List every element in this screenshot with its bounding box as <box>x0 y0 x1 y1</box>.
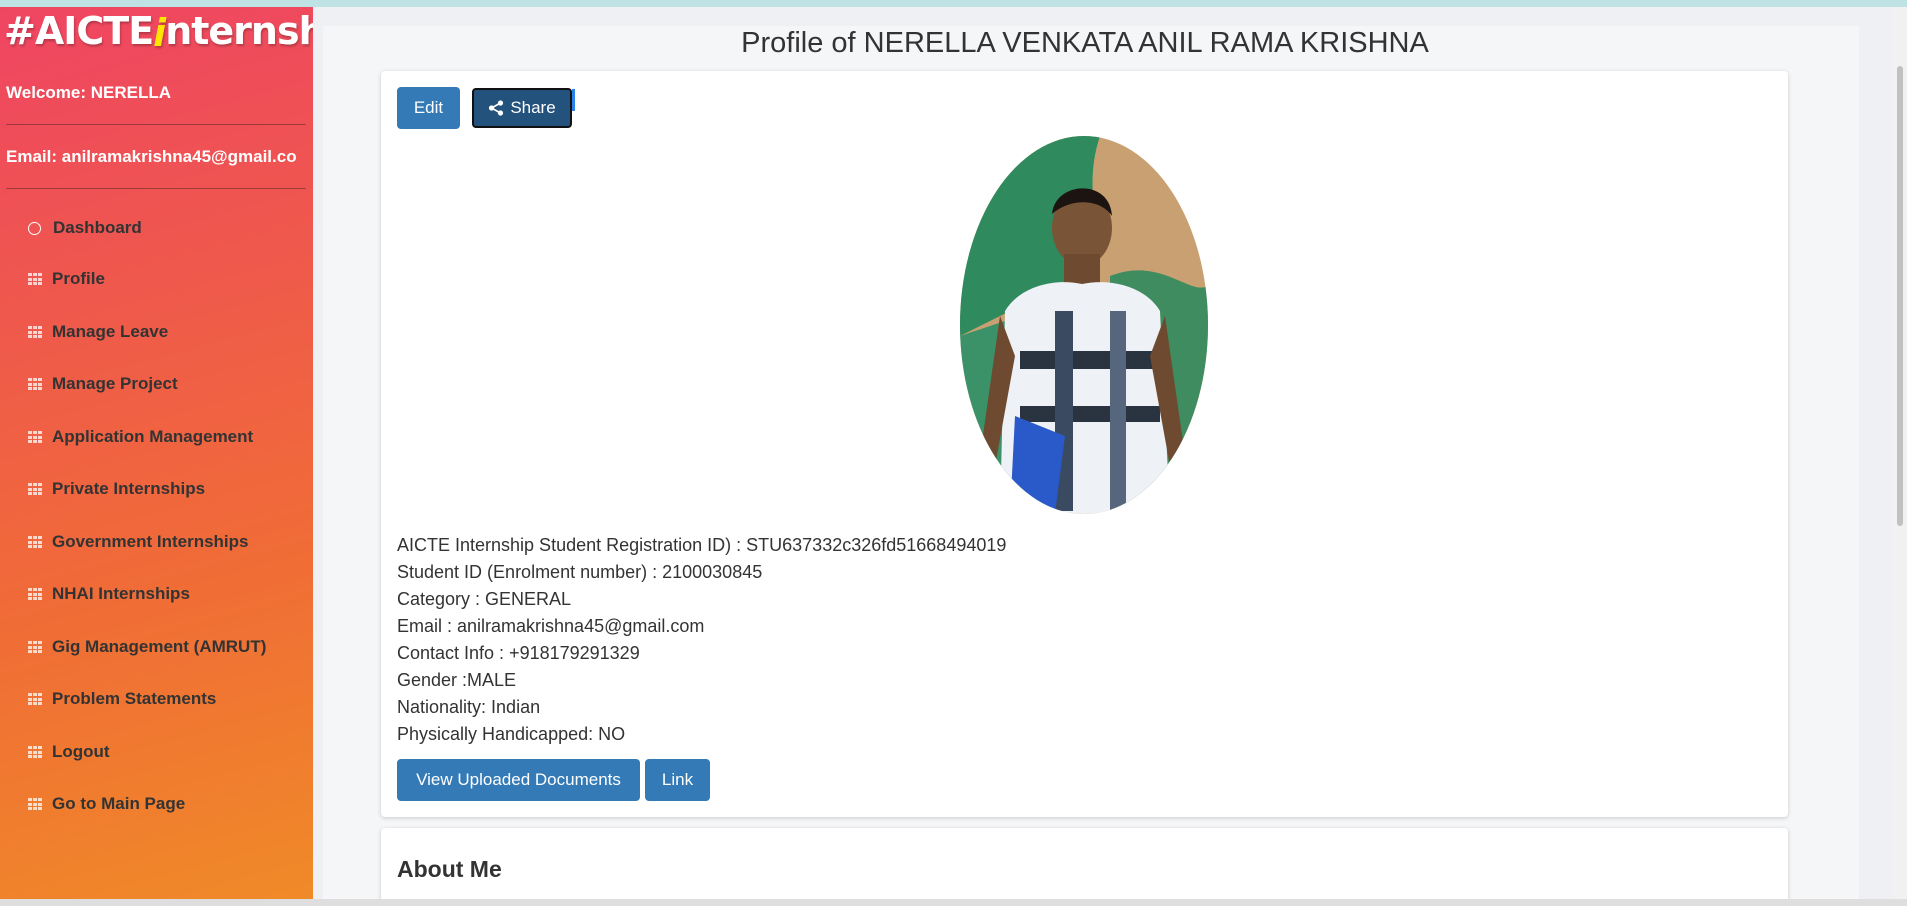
brand-prefix: #AICTE <box>4 9 154 53</box>
divider <box>6 124 306 125</box>
sidebar-item-label: Manage Project <box>52 374 178 393</box>
contact-info: Contact Info : +918179291329 <box>397 643 640 663</box>
grid-icon <box>28 641 42 653</box>
sidebar-item-problem-statements[interactable]: Problem Statements <box>28 686 216 712</box>
sidebar-item-label: NHAI Internships <box>52 584 190 603</box>
share-label: Share <box>510 98 556 117</box>
about-card <box>381 828 1788 906</box>
scrollbar-thumb[interactable] <box>1897 66 1903 526</box>
email: Email : anilramakrishna45@gmail.com <box>397 616 705 636</box>
sidebar-item-label: Profile <box>52 269 105 288</box>
top-strip <box>0 0 1907 7</box>
divider <box>6 188 306 189</box>
category: Category : GENERAL <box>397 589 572 609</box>
sidebar-item-label: Private Internships <box>52 479 206 498</box>
grid-icon <box>28 588 42 600</box>
sidebar-item-profile[interactable]: Profile <box>28 266 105 292</box>
grid-icon <box>28 326 42 338</box>
user-email: Email: anilramakrishna45@gmail.co <box>6 147 297 166</box>
view-uploaded-documents-button[interactable]: View Uploaded Documents <box>397 759 640 801</box>
sidebar-item-private-internships[interactable]: Private Internships <box>28 476 205 502</box>
page-title: Profile of NERELLA VENKATA ANIL RAMA KRI… <box>741 27 1429 59</box>
sidebar-item-label: Dashboard <box>53 218 142 237</box>
grid-icon <box>28 378 42 390</box>
sidebar-item-dashboard[interactable]: Dashboard <box>28 215 142 241</box>
grid-icon <box>28 746 42 758</box>
grid-icon <box>28 536 42 548</box>
sidebar-item-main-page[interactable]: Go to Main Page <box>28 791 185 817</box>
sidebar-item-label: Go to Main Page <box>52 794 186 813</box>
bottom-strip <box>0 899 1907 906</box>
grid-icon <box>28 273 42 285</box>
brand-i: i <box>153 11 166 55</box>
sidebar-item-manage-project[interactable]: Manage Project <box>28 371 178 397</box>
sidebar-item-label: Gig Management (AMRUT) <box>52 637 267 656</box>
grid-icon <box>28 798 42 810</box>
brand-suffix: nternship <box>165 9 313 53</box>
grid-icon <box>28 693 42 705</box>
profile-details: AICTE Internship Student Registration ID… <box>397 532 1297 748</box>
sidebar-item-manage-leave[interactable]: Manage Leave <box>28 319 168 345</box>
share-button[interactable]: Share <box>472 88 572 128</box>
edit-button[interactable]: Edit <box>397 87 460 129</box>
profile-photo <box>960 136 1208 514</box>
student-id: Student ID (Enrolment number) : 21000308… <box>397 562 763 582</box>
sidebar-item-gig-management[interactable]: Gig Management (AMRUT) <box>28 634 266 660</box>
sidebar-item-label: Application Management <box>52 427 254 446</box>
physically-handicapped: Physically Handicapped: NO <box>397 724 626 744</box>
nationality: Nationality: Indian <box>397 697 541 717</box>
sidebar-item-application-management[interactable]: Application Management <box>28 424 253 450</box>
sidebar-item-label: Problem Statements <box>52 689 217 708</box>
sidebar-item-government-internships[interactable]: Government Internships <box>28 529 248 555</box>
sidebar-item-label: Government Internships <box>52 532 249 551</box>
link-button[interactable]: Link <box>645 759 710 801</box>
focus-indicator <box>572 89 575 111</box>
grid-icon <box>28 483 42 495</box>
brand-logo[interactable]: #AICTEinternship <box>4 9 313 61</box>
sidebar-item-label: Manage Leave <box>52 322 169 341</box>
sidebar-item-nhai-internships[interactable]: NHAI Internships <box>28 581 190 607</box>
sidebar-item-logout[interactable]: Logout <box>28 739 110 765</box>
about-title: About Me <box>397 856 502 882</box>
gender: Gender :MALE <box>397 670 517 690</box>
sidebar: #AICTEinternship Welcome: NERELLA Email:… <box>0 7 313 899</box>
welcome-text: Welcome: NERELLA <box>6 83 171 102</box>
share-icon <box>489 100 504 116</box>
sidebar-item-label: Logout <box>52 742 110 761</box>
circle-icon <box>28 221 41 235</box>
grid-icon <box>28 431 42 443</box>
registration-id: AICTE Internship Student Registration ID… <box>397 535 1007 555</box>
